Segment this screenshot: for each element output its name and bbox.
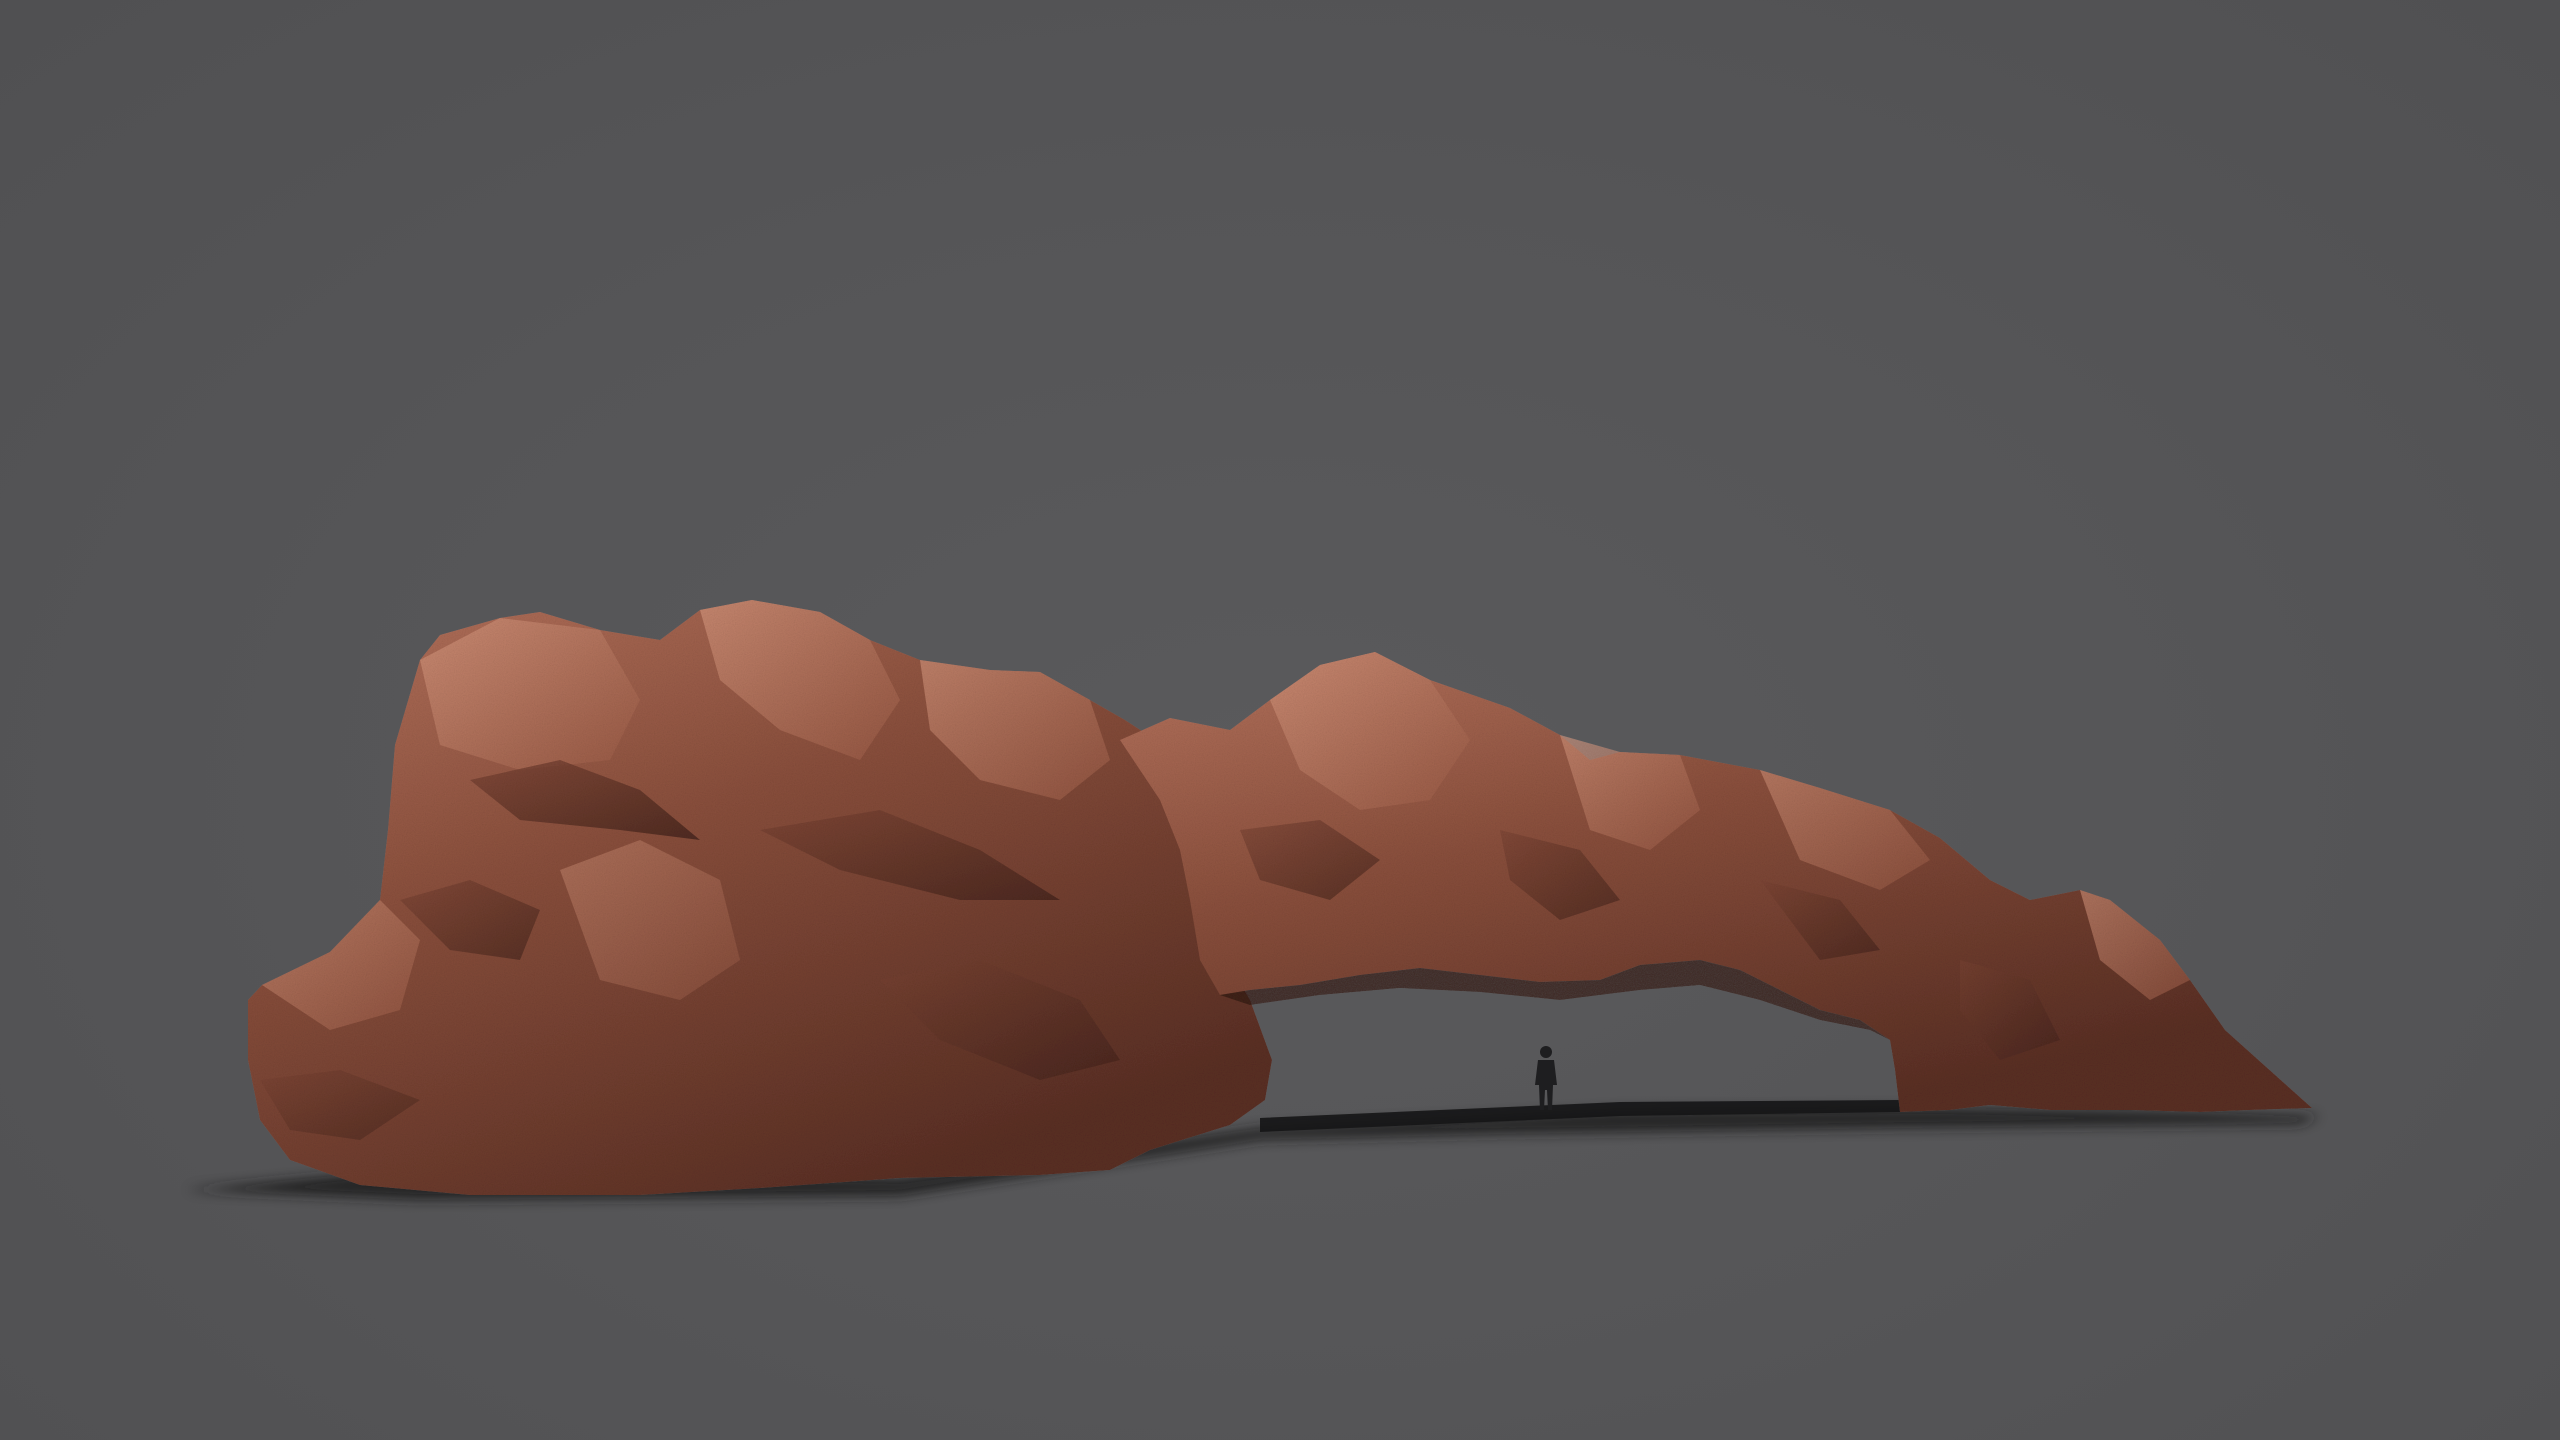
rock-arch bbox=[248, 600, 2312, 1195]
human-figure-scale-reference bbox=[1535, 1046, 1557, 1110]
render-viewport bbox=[0, 0, 2560, 1440]
rock-arch-render bbox=[185, 600, 2320, 1200]
